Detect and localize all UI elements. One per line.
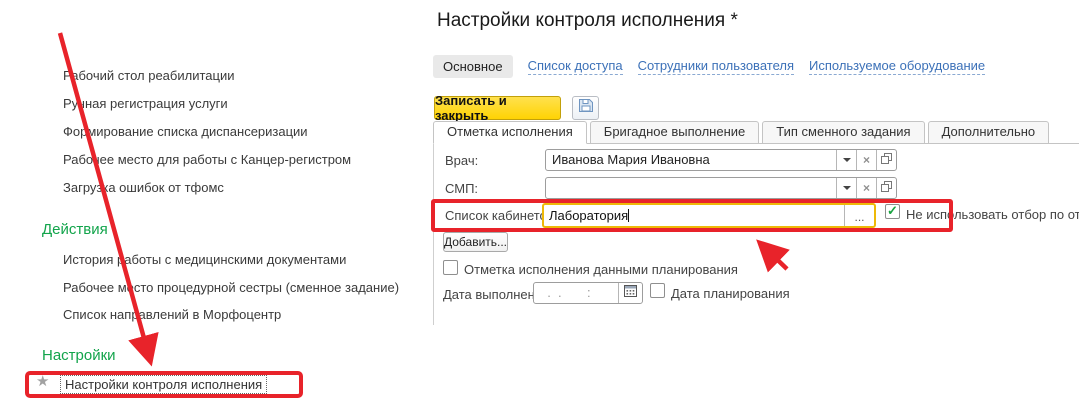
cabinets-choose-button[interactable]: ... bbox=[844, 205, 874, 226]
calendar-icon bbox=[624, 284, 637, 302]
tab-strip: Отметка исполнения Бригадное выполнение … bbox=[433, 121, 1052, 144]
smp-dropdown-button[interactable] bbox=[836, 178, 856, 198]
tab-execution-mark[interactable]: Отметка исполнения bbox=[433, 121, 587, 144]
sidebar-item-med-docs-history[interactable]: История работы с медицинскими документам… bbox=[63, 252, 346, 267]
exec-date-input[interactable]: . . : bbox=[534, 283, 618, 303]
plan-date-checkbox[interactable] bbox=[650, 283, 665, 298]
sidebar-item-rehab-desktop[interactable]: Рабочий стол реабилитации bbox=[63, 68, 234, 83]
smp-field: × bbox=[545, 177, 897, 199]
smp-label: СМП: bbox=[445, 181, 478, 196]
chevron-down-icon bbox=[843, 186, 851, 190]
open-form-icon bbox=[881, 153, 892, 167]
sidebar-section-actions: Действия bbox=[42, 221, 108, 238]
planning-data-label[interactable]: Отметка исполнения данными планирования bbox=[464, 262, 738, 277]
doctor-field: Иванова Мария Ивановна × bbox=[545, 149, 897, 171]
tab-brigade-execution[interactable]: Бригадное выполнение bbox=[590, 121, 759, 144]
sidebar-item-dispensary-list[interactable]: Формирование списка диспансеризации bbox=[63, 124, 308, 139]
no-department-filter-checkbox[interactable]: ✓ bbox=[885, 204, 900, 219]
nav-tab-main[interactable]: Основное bbox=[433, 55, 513, 78]
sidebar-item-cancer-registry-workplace[interactable]: Рабочее место для работы с Канцер-регист… bbox=[63, 152, 351, 167]
sidebar-item-execution-control-settings[interactable]: Настройки контроля исполнения bbox=[60, 375, 267, 394]
sidebar-item-manual-service-registration[interactable]: Ручная регистрация услуги bbox=[63, 96, 228, 111]
nav-link-user-employees[interactable]: Сотрудники пользователя bbox=[638, 58, 794, 75]
text-cursor bbox=[628, 209, 629, 222]
clear-x-icon: × bbox=[863, 182, 870, 194]
doctor-clear-button[interactable]: × bbox=[856, 150, 876, 170]
no-department-filter-label[interactable]: Не использовать отбор по отдел bbox=[906, 207, 1079, 222]
form-navigation: Основное Список доступа Сотрудники польз… bbox=[433, 54, 985, 79]
nav-link-access-list[interactable]: Список доступа bbox=[528, 58, 623, 75]
add-button[interactable]: Добавить... bbox=[443, 232, 508, 252]
favorite-star-icon[interactable]: ★ bbox=[36, 374, 49, 390]
panel-left-border bbox=[433, 144, 434, 325]
doctor-input[interactable]: Иванова Мария Ивановна bbox=[546, 150, 836, 170]
page-title: Настройки контроля исполнения * bbox=[437, 10, 738, 32]
open-form-icon bbox=[881, 181, 892, 195]
tab-additional[interactable]: Дополнительно bbox=[928, 121, 1050, 144]
clear-x-icon: × bbox=[863, 154, 870, 166]
smp-clear-button[interactable]: × bbox=[856, 178, 876, 198]
cabinets-input[interactable]: Лаборатория bbox=[544, 205, 844, 226]
nav-link-used-equipment[interactable]: Используемое оборудование bbox=[809, 58, 985, 75]
checkmark-icon: ✓ bbox=[887, 204, 898, 217]
sidebar-item-nurse-workplace[interactable]: Рабочее место процедурной сестры (сменно… bbox=[63, 280, 399, 295]
doctor-label: Врач: bbox=[445, 153, 478, 168]
small-arrow-icon bbox=[761, 244, 787, 269]
save-button[interactable] bbox=[572, 96, 599, 120]
doctor-open-button[interactable] bbox=[876, 150, 896, 170]
cabinets-field: Лаборатория ... bbox=[542, 203, 876, 228]
doctor-dropdown-button[interactable] bbox=[836, 150, 856, 170]
sidebar-item-morphocenter-referrals[interactable]: Список направлений в Морфоцентр bbox=[63, 307, 281, 322]
sidebar-section-settings: Настройки bbox=[42, 347, 116, 364]
app-window: { "colors": { "annotation_red": "#e8232a… bbox=[0, 0, 1079, 405]
exec-date-field: . . : bbox=[533, 282, 643, 304]
chevron-down-icon bbox=[843, 158, 851, 162]
smp-input[interactable] bbox=[546, 178, 836, 198]
plan-date-label[interactable]: Дата планирования bbox=[671, 286, 790, 301]
sidebar-item-tfoms-errors[interactable]: Загрузка ошибок от тфомс bbox=[63, 180, 224, 195]
tab-shift-task-type[interactable]: Тип сменного задания bbox=[762, 121, 924, 144]
cabinets-label: Список кабинетов: bbox=[445, 208, 557, 223]
planning-data-checkbox[interactable] bbox=[443, 260, 458, 275]
floppy-disk-icon bbox=[578, 98, 594, 118]
calendar-button[interactable] bbox=[618, 283, 642, 303]
smp-open-button[interactable] bbox=[876, 178, 896, 198]
save-and-close-button[interactable]: Записать и закрыть bbox=[434, 96, 561, 120]
